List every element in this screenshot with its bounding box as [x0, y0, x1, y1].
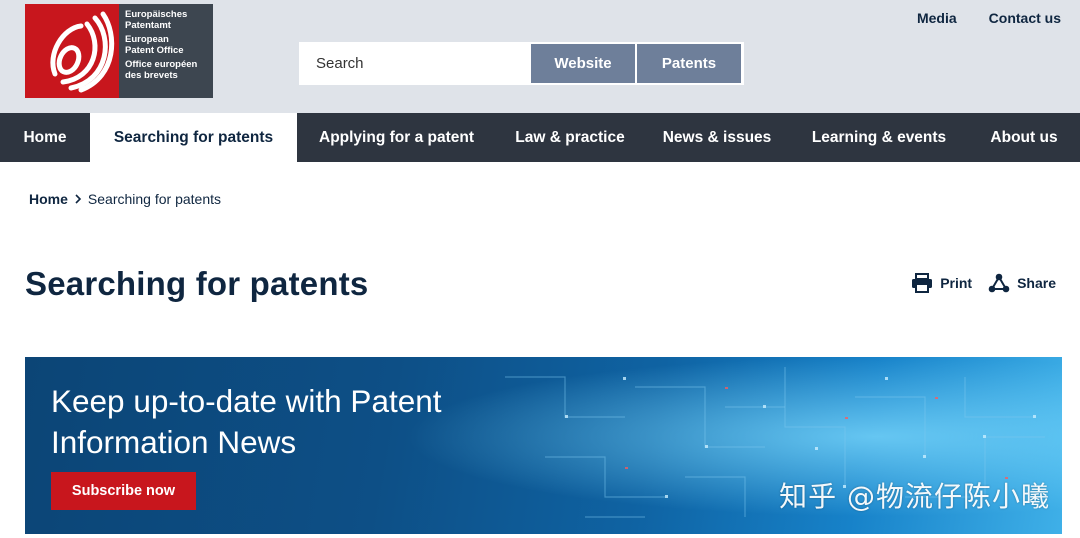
chevron-right-icon [74, 191, 82, 207]
main-nav: Home Searching for patents Applying for … [0, 113, 1080, 162]
logo-text-line: Patentamt [125, 20, 171, 31]
nav-item-home[interactable]: Home [0, 113, 90, 162]
breadcrumb-home-link[interactable]: Home [29, 191, 68, 207]
page-actions: Print Share [911, 273, 1056, 293]
banner-heading-line: Information News [51, 424, 297, 460]
banner-heading-line: Keep up-to-date with Patent [51, 383, 442, 419]
media-link[interactable]: Media [917, 10, 957, 26]
nav-item-applying-for-a-patent[interactable]: Applying for a patent [297, 113, 496, 162]
breadcrumb: Home Searching for patents [29, 191, 221, 207]
print-button[interactable]: Print [911, 273, 972, 293]
search-patents-button[interactable]: Patents [637, 44, 741, 83]
contact-us-link[interactable]: Contact us [989, 10, 1061, 26]
nav-item-learning-events[interactable]: Learning & events [790, 113, 968, 162]
banner-heading: Keep up-to-date with Patent Information … [51, 381, 511, 463]
breadcrumb-current: Searching for patents [87, 191, 221, 207]
print-label: Print [940, 275, 973, 291]
printer-icon [911, 273, 933, 293]
nav-item-news-issues[interactable]: News & issues [644, 113, 790, 162]
epo-logo-mark [25, 4, 119, 98]
subscribe-now-button[interactable]: Subscribe now [51, 472, 196, 510]
share-button[interactable]: Share [988, 273, 1056, 293]
site-header: Europäisches Patentamt European Patent O… [0, 0, 1080, 113]
nav-item-about-us[interactable]: About us [968, 113, 1080, 162]
newsletter-banner: Keep up-to-date with Patent Information … [25, 357, 1062, 534]
utility-links: Media Contact us [917, 10, 1061, 26]
logo-text-line: Office européen [125, 59, 198, 70]
logo-text-line: European [125, 34, 169, 45]
share-label: Share [1017, 275, 1056, 291]
page-title: Searching for patents [25, 265, 369, 302]
nav-item-searching-for-patents[interactable]: Searching for patents [90, 113, 297, 162]
epo-logo[interactable]: Europäisches Patentamt European Patent O… [25, 4, 213, 98]
logo-text-line: des brevets [125, 70, 178, 81]
logo-text-line: Europäisches [125, 9, 188, 20]
watermark-text: 知乎 @物流仔陈小曦 [779, 480, 1050, 513]
share-icon [988, 273, 1010, 293]
nav-item-law-practice[interactable]: Law & practice [496, 113, 644, 162]
search-input[interactable] [301, 44, 529, 83]
logo-text-line: Patent Office [125, 45, 184, 56]
search-bar: Website Patents [299, 42, 744, 85]
epo-logo-text: Europäisches Patentamt European Patent O… [119, 4, 213, 98]
search-website-button[interactable]: Website [531, 44, 635, 83]
